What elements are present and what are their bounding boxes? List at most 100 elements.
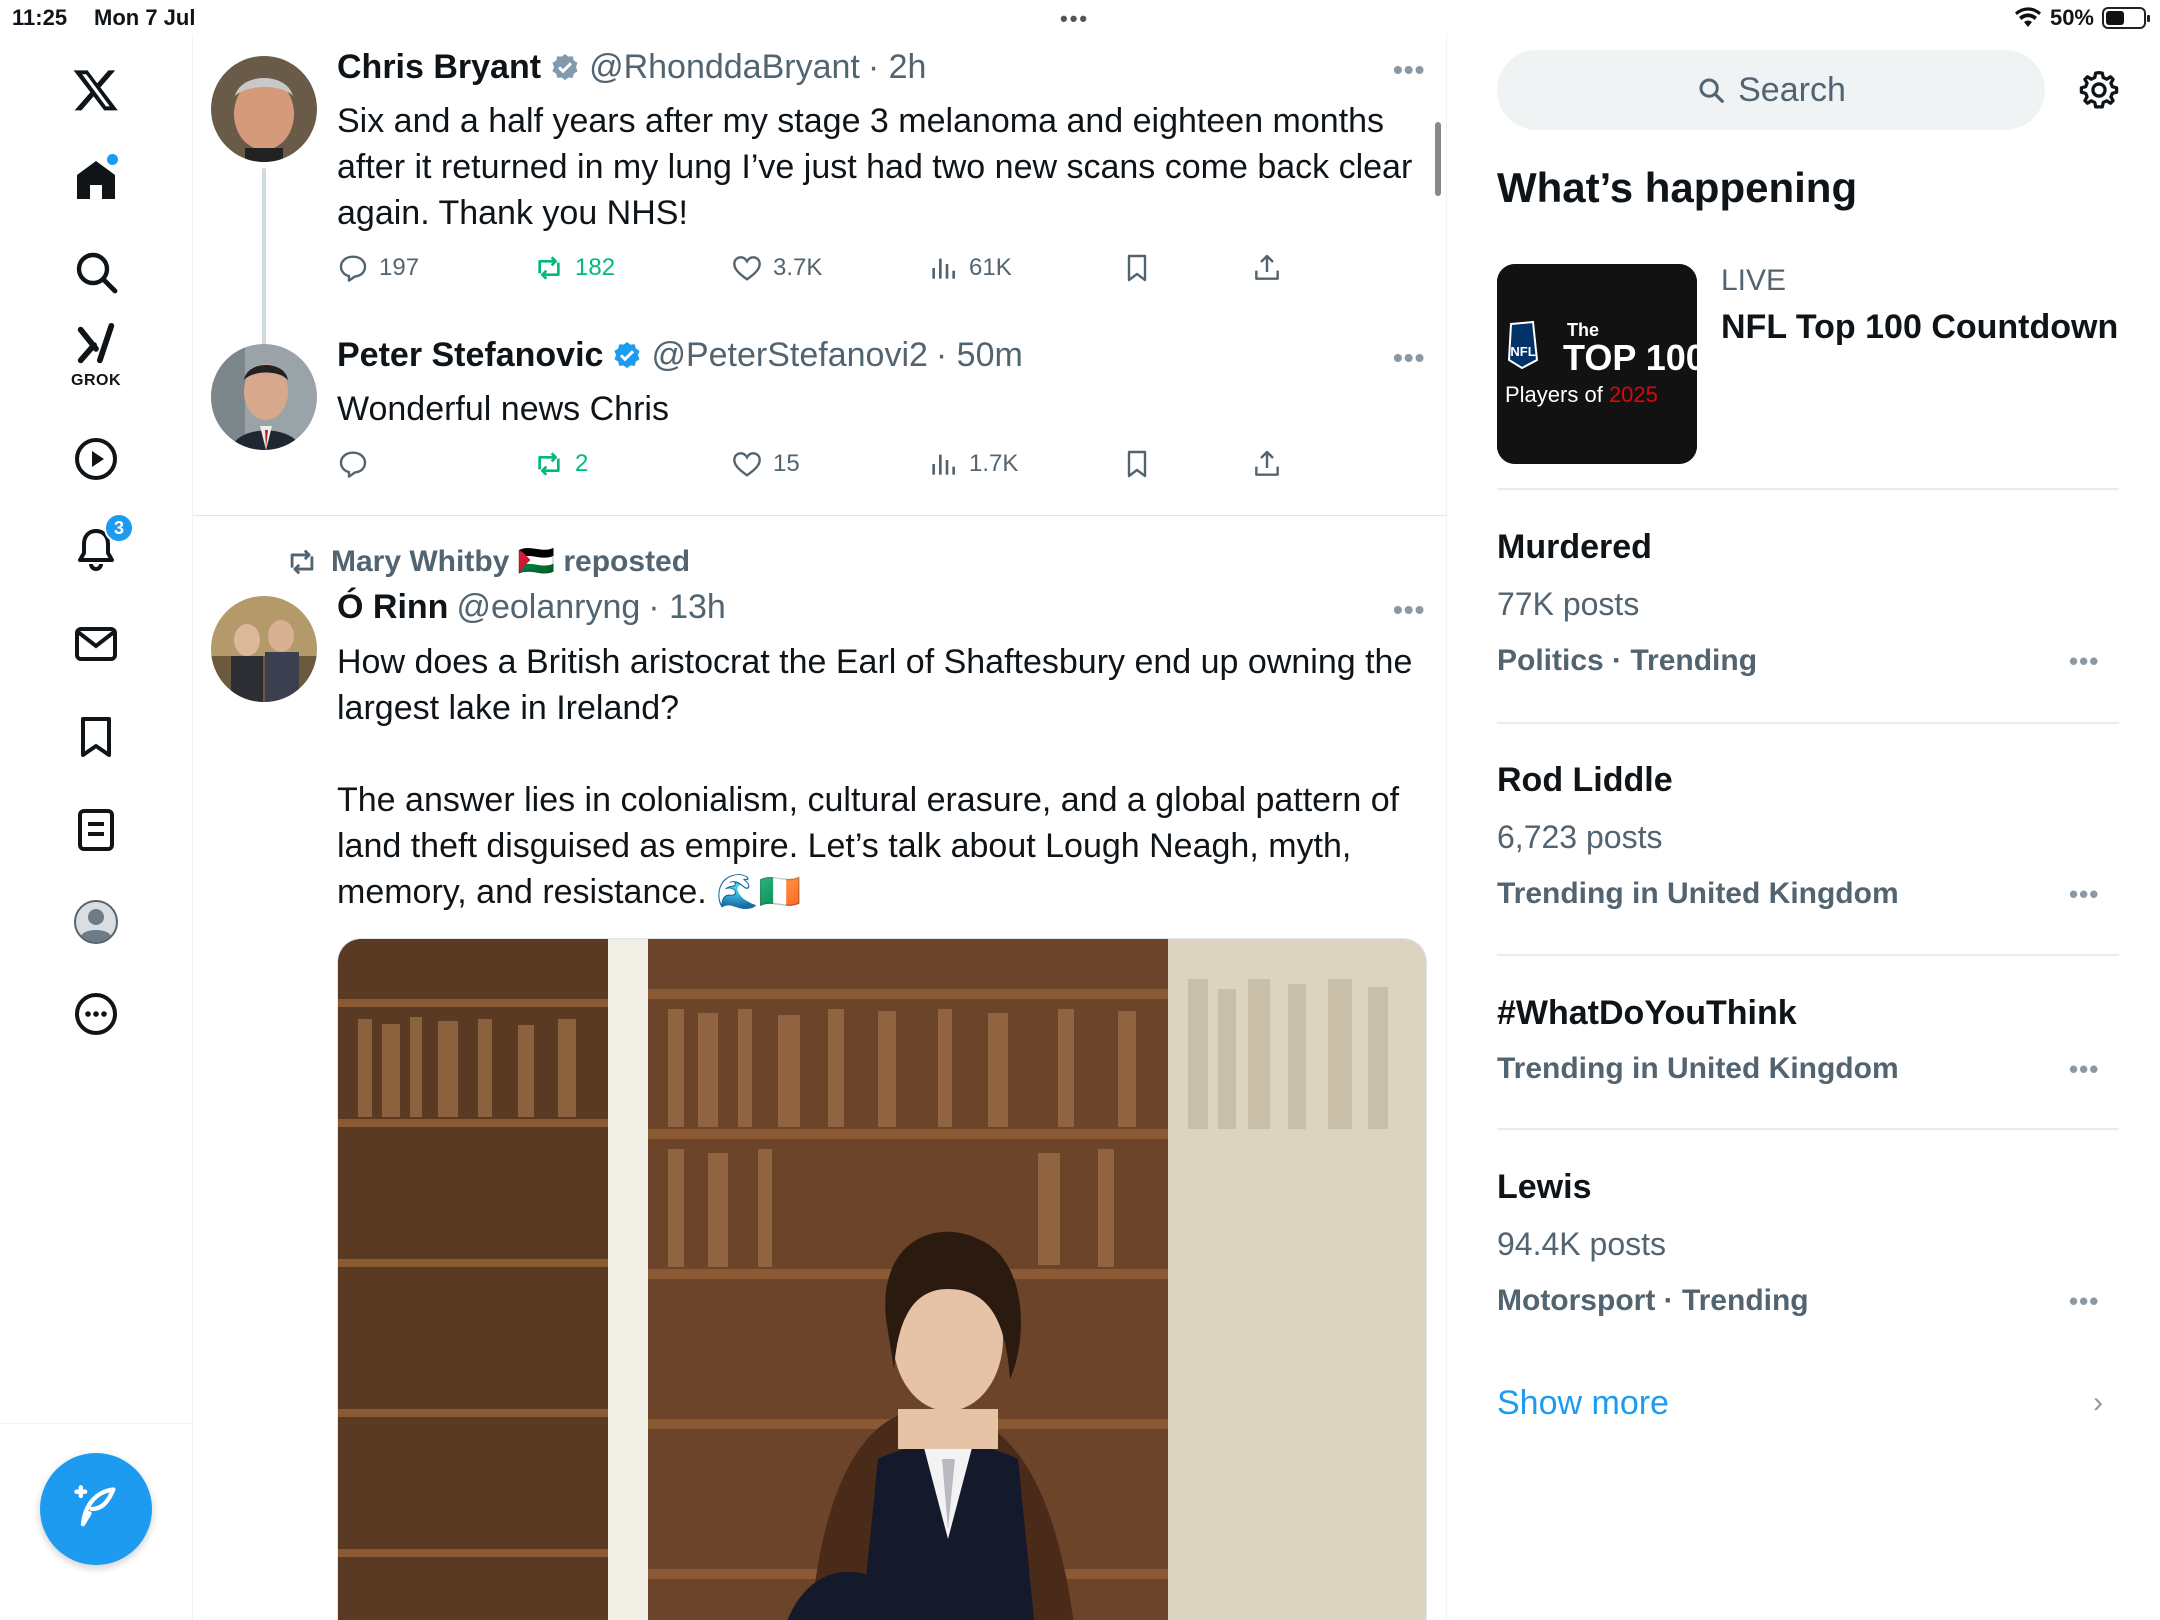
share-button[interactable] xyxy=(1251,448,1283,480)
trend-more-icon[interactable]: ••• xyxy=(2069,646,2099,677)
bookmark-icon xyxy=(1127,450,1147,478)
library-portrait-image xyxy=(338,939,1426,1620)
trend-more-icon[interactable]: ••• xyxy=(2069,1286,2099,1317)
status-date: Mon 7 Jul xyxy=(94,5,196,30)
x-logo-icon[interactable] xyxy=(66,60,126,120)
view-count: 1.7K xyxy=(969,450,1019,477)
trend-more-icon[interactable]: ••• xyxy=(2069,879,2099,910)
avatar[interactable] xyxy=(211,596,317,702)
tweet-text: How does a British aristocrat the Earl o… xyxy=(337,643,1413,911)
views-chart-icon xyxy=(932,454,955,475)
tweet-more-icon[interactable]: ••• xyxy=(1393,54,1425,86)
feed-scrollbar[interactable] xyxy=(1435,122,1441,196)
tweet-header: Peter Stefanovic @PeterStefanovi2 · 50m xyxy=(337,336,1023,375)
tweet-time[interactable]: · 13h xyxy=(648,588,726,627)
author-name[interactable]: Ó Rinn xyxy=(337,588,448,627)
repost-context[interactable]: Mary Whitby 🇵🇸 reposted xyxy=(285,544,690,579)
live-event-thumbnail: NFL The TOP 100 Players of 2025 xyxy=(1497,264,1697,464)
status-bar: 11:25 Mon 7 Jul ••• 50% xyxy=(0,0,2160,34)
trend-posts: 94.4K posts xyxy=(1497,1226,1666,1262)
messages-icon[interactable] xyxy=(66,614,126,674)
tweet-text: Wonderful news Chris xyxy=(337,390,669,428)
search-icon[interactable] xyxy=(66,242,126,302)
multitasking-dots[interactable]: ••• xyxy=(1060,6,1089,32)
view-count: 61K xyxy=(969,254,1012,281)
video-icon[interactable] xyxy=(66,429,126,489)
battery-percent: 50% xyxy=(2049,5,2094,30)
gear-icon[interactable] xyxy=(2077,68,2121,112)
live-label: LIVE xyxy=(1721,264,1787,297)
status-time: 11:25 xyxy=(12,5,68,30)
trend-title: Rod Liddle xyxy=(1497,761,1673,799)
search-input[interactable]: Search xyxy=(1497,50,2045,130)
trend-title: Lewis xyxy=(1497,1168,1592,1206)
like-button[interactable]: 3.7K xyxy=(731,252,822,284)
trend-separator xyxy=(1497,1128,2119,1130)
avatar[interactable] xyxy=(211,344,317,450)
author-name[interactable]: Chris Bryant xyxy=(337,48,541,87)
trend-meta: Trending in United Kingdom xyxy=(1497,877,1899,910)
lists-icon[interactable] xyxy=(66,800,126,860)
compose-post-button[interactable] xyxy=(40,1453,152,1565)
nfl-logo-text: NFL xyxy=(1510,344,1535,359)
reply-button[interactable] xyxy=(337,448,379,480)
live-title: NFL Top 100 Countdown xyxy=(1721,308,2119,346)
repost-small-icon xyxy=(290,549,314,574)
trend-separator xyxy=(1497,488,2119,490)
tweet-time[interactable]: · 50m xyxy=(936,336,1023,375)
trend-more-icon[interactable]: ••• xyxy=(2069,1054,2099,1085)
thumb-year: 2025 xyxy=(1609,382,1658,407)
trend-meta: Trending in United Kingdom xyxy=(1497,1052,1899,1085)
timeline-feed: Chris Bryant @RhonddaBryant · 2h ••• Six… xyxy=(193,34,1447,1620)
author-handle[interactable]: @eolanryng xyxy=(456,588,640,627)
grok-icon[interactable]: GROK xyxy=(66,322,126,402)
right-sidebar: Search What’s happening NFL The TOP 100 … xyxy=(1447,34,2160,1620)
heart-icon xyxy=(733,256,761,281)
author-name[interactable]: Peter Stefanovic xyxy=(337,336,603,375)
tweet-text: Six and a half years after my stage 3 me… xyxy=(337,102,1422,232)
thumb-line2: TOP 100 xyxy=(1563,337,1697,378)
bookmark-button[interactable] xyxy=(1121,448,1153,480)
bookmark-button[interactable] xyxy=(1121,252,1153,284)
live-event-card[interactable]: NFL The TOP 100 Players of 2025 LIVE NFL… xyxy=(1497,264,2119,464)
chevron-right-icon[interactable]: › xyxy=(2093,1386,2103,1420)
bookmarks-icon[interactable] xyxy=(66,707,126,767)
notifications-badge: 3 xyxy=(104,513,134,543)
author-handle[interactable]: @RhonddaBryant xyxy=(589,48,860,87)
tweet-header: Ó Rinn @eolanryng · 13h xyxy=(337,588,726,627)
search-placeholder: Search xyxy=(1738,70,1846,109)
author-handle[interactable]: @PeterStefanovi2 xyxy=(651,336,927,375)
tweet-image[interactable] xyxy=(337,938,1427,1620)
trend-separator xyxy=(1497,722,2119,724)
tweet-more-icon[interactable]: ••• xyxy=(1393,594,1425,626)
profile-avatar-icon[interactable] xyxy=(66,892,126,952)
left-nav: GROK 3 xyxy=(0,34,193,1620)
home-icon[interactable] xyxy=(66,150,126,210)
show-more-link[interactable]: Show more xyxy=(1497,1384,1669,1423)
repost-count: 182 xyxy=(575,254,616,281)
notifications-icon[interactable]: 3 xyxy=(66,513,134,579)
tweet-header: Chris Bryant @RhonddaBryant · 2h xyxy=(337,48,926,87)
nav-divider xyxy=(0,1423,193,1424)
status-right: 50% xyxy=(2014,5,2150,31)
trend-posts: 6,723 posts xyxy=(1497,819,1663,855)
reply-button[interactable]: 197 xyxy=(337,252,419,284)
trend-separator xyxy=(1497,954,2119,956)
grok-label: GROK xyxy=(71,372,121,389)
trend-title: Murdered xyxy=(1497,528,1652,566)
share-button[interactable] xyxy=(1251,252,1283,284)
more-options-icon[interactable] xyxy=(66,984,126,1044)
views-button[interactable]: 61K xyxy=(927,252,1012,284)
avatar[interactable] xyxy=(211,56,317,162)
battery-icon xyxy=(2102,7,2150,29)
like-count: 3.7K xyxy=(773,254,823,281)
trend-meta: Politics · Trending xyxy=(1497,644,1758,677)
views-button[interactable]: 1.7K xyxy=(927,448,1018,480)
trend-title: #WhatDoYouThink xyxy=(1497,994,1797,1032)
repost-button[interactable]: 2 xyxy=(533,448,588,480)
repost-button[interactable]: 182 xyxy=(533,252,615,284)
like-button[interactable]: 15 xyxy=(731,448,800,480)
thumb-line3: Players of xyxy=(1505,382,1609,407)
tweet-time[interactable]: · 2h xyxy=(868,48,927,87)
tweet-more-icon[interactable]: ••• xyxy=(1393,342,1425,374)
